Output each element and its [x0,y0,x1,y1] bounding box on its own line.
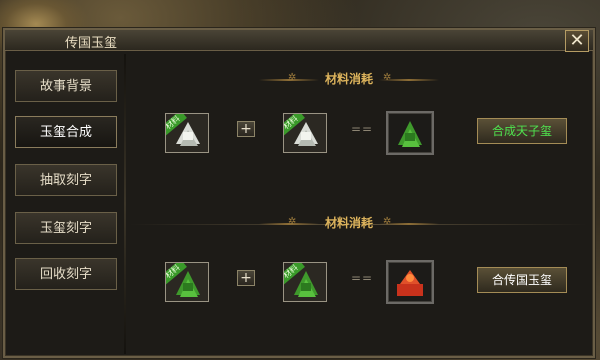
result-slot[interactable] [386,111,434,155]
window-title: 传国玉玺 [65,36,118,51]
vertical-divider [124,54,126,354]
material-slot[interactable]: 材料 [283,113,327,153]
sidebar-item-recycle[interactable]: 回收刻字 [15,258,117,290]
ornament-icon: ✲ [288,216,297,227]
synthesize-tianzi-seal-button[interactable]: 合成天子玺 [477,118,567,144]
recipe-heading: 材料消耗 [324,216,373,230]
result-slot[interactable] [386,260,434,304]
synthesize-imperial-seal-button[interactable]: 合传国玉玺 [477,267,567,293]
material-slot[interactable]: 材料 [165,262,209,302]
material-slot[interactable]: 材料 [283,262,327,302]
heading-ornament-right [379,223,439,225]
ornament-icon: ✲ [383,72,392,83]
sidebar-item-story[interactable]: 故事背景 [15,70,117,102]
sidebar-item-draw-engraving[interactable]: 抽取刻字 [15,164,117,196]
equals-icon: == [351,271,374,285]
equals-icon: == [351,122,374,136]
plus-icon: + [237,270,255,286]
recipe-heading: 材料消耗 [324,72,373,86]
red-imperial-seal-icon [397,270,423,296]
plus-icon: + [237,121,255,137]
ornament-icon: ✲ [288,72,297,83]
heading-ornament-right [379,79,439,81]
close-button[interactable]: ✕ [565,30,589,52]
material-slot[interactable]: 材料 [165,113,209,153]
jade-seal-window: 传国玉玺 ✕ 故事背景 玉玺合成 抽取刻字 玉玺刻字 回收刻字 ✲ 材料消耗 ✲… [3,28,595,358]
green-jade-seal-icon [398,121,422,147]
sidebar-item-synthesis[interactable]: 玉玺合成 [15,116,117,148]
sidebar-item-engrave[interactable]: 玉玺刻字 [15,212,117,244]
ornament-icon: ✲ [383,216,392,227]
title-bar[interactable]: 传国玉玺 ✕ [5,30,593,52]
